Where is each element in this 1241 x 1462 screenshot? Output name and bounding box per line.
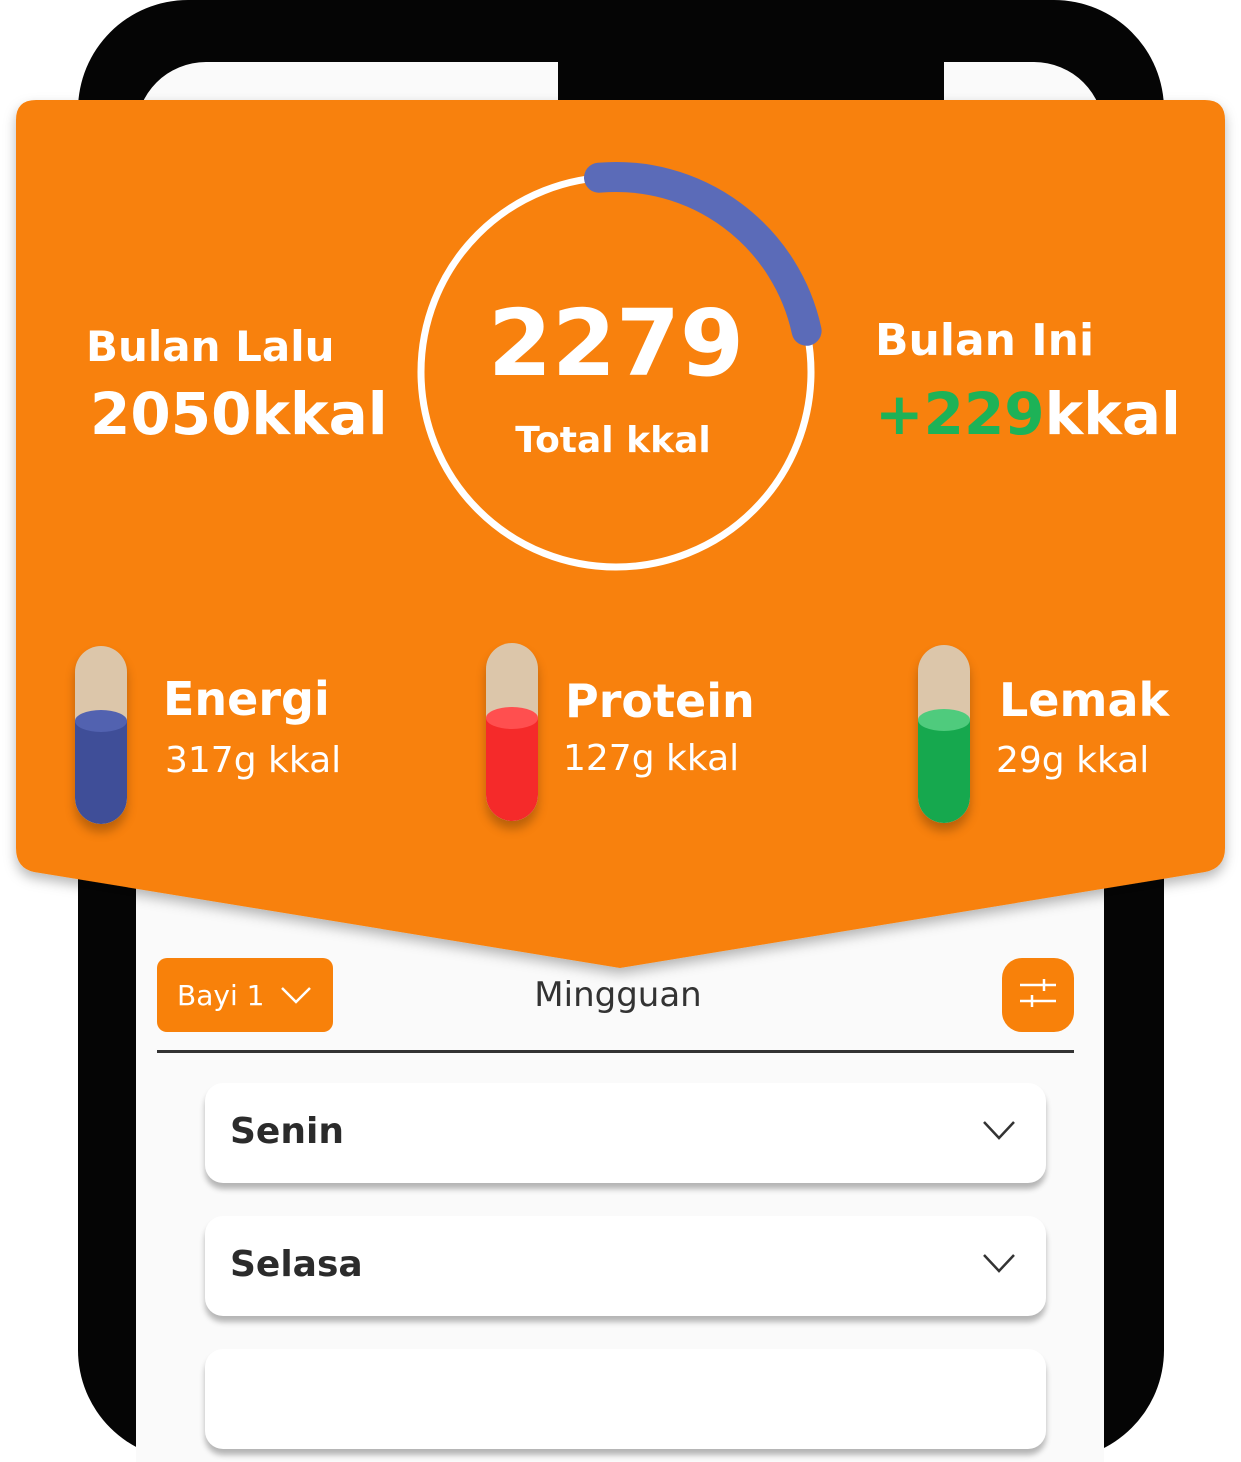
- nutrient-name: Protein: [565, 674, 755, 728]
- lemak-capsule-gauge: [918, 645, 970, 823]
- capsule-fill: [486, 706, 538, 821]
- capsule-fill: [75, 709, 127, 824]
- nutrient-value: 317g kkal: [165, 740, 342, 781]
- protein-capsule-gauge: [486, 643, 538, 821]
- nutrient-value: 127g kkal: [563, 738, 740, 779]
- nutrient-name: Energi: [163, 672, 330, 726]
- current-month-label: Bulan Ini: [875, 315, 1095, 366]
- current-month-value: +229kkal: [875, 380, 1181, 448]
- current-month-unit: kkal: [1044, 380, 1181, 448]
- nutrient-value: 29g kkal: [996, 740, 1150, 781]
- calorie-summary-banner: Bulan Lalu 2050kkal 2279 Total kkal Bula…: [0, 0, 1241, 1380]
- banner-shape: [16, 100, 1225, 968]
- energi-capsule-gauge: [75, 646, 127, 824]
- nutrient-name: Lemak: [999, 673, 1170, 727]
- capsule-fill: [918, 708, 970, 823]
- current-month-delta: +229: [875, 380, 1045, 448]
